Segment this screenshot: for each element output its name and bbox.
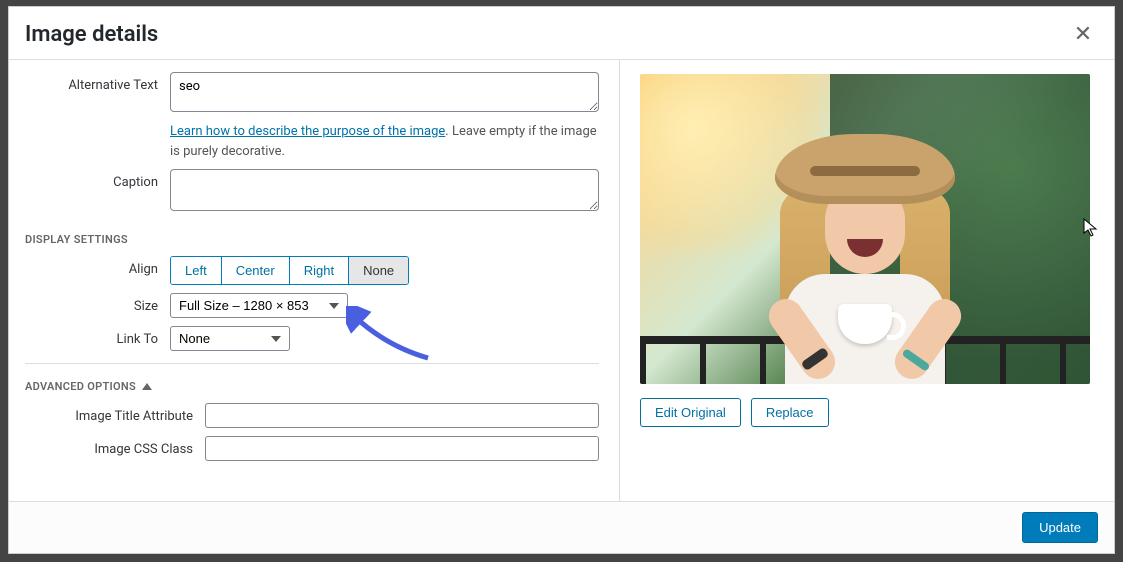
replace-button[interactable]: Replace bbox=[751, 398, 829, 427]
size-select[interactable]: Full Size – 1280 × 853 bbox=[170, 293, 348, 318]
image-css-row: Image CSS Class bbox=[25, 436, 599, 461]
alt-text-row: Alternative Text seo Learn how to descri… bbox=[25, 72, 599, 161]
linkto-label: Link To bbox=[25, 326, 170, 347]
modal-title: Image details bbox=[25, 22, 158, 47]
modal-body: Alternative Text seo Learn how to descri… bbox=[9, 59, 1114, 502]
preview-column: Edit Original Replace bbox=[619, 60, 1114, 501]
size-row: Size Full Size – 1280 × 853 bbox=[25, 293, 599, 318]
alt-text-label: Alternative Text bbox=[25, 72, 170, 93]
linkto-row: Link To None bbox=[25, 326, 599, 351]
alt-help-link[interactable]: Learn how to describe the purpose of the… bbox=[170, 124, 445, 139]
close-button[interactable]: ✕ bbox=[1068, 19, 1098, 49]
image-preview bbox=[640, 74, 1090, 384]
align-button-group: Left Center Right None bbox=[170, 256, 409, 285]
caption-input[interactable] bbox=[170, 169, 599, 211]
linkto-select[interactable]: None bbox=[170, 326, 290, 351]
modal-header: Image details ✕ bbox=[9, 7, 1114, 59]
align-center-button[interactable]: Center bbox=[222, 257, 290, 284]
advanced-options-label: ADVANCED OPTIONS bbox=[25, 380, 136, 393]
edit-original-button[interactable]: Edit Original bbox=[640, 398, 741, 427]
image-title-label: Image Title Attribute bbox=[25, 403, 205, 424]
image-css-label: Image CSS Class bbox=[25, 436, 205, 457]
align-left-button[interactable]: Left bbox=[171, 257, 222, 284]
collapse-icon bbox=[142, 383, 152, 390]
caption-label: Caption bbox=[25, 169, 170, 190]
preview-actions: Edit Original Replace bbox=[640, 398, 1102, 427]
align-right-button[interactable]: Right bbox=[290, 257, 349, 284]
caption-row: Caption bbox=[25, 169, 599, 215]
modal-footer: Update bbox=[9, 502, 1114, 553]
align-label: Align bbox=[25, 256, 170, 277]
size-label: Size bbox=[25, 293, 170, 314]
image-details-modal: Image details ✕ Alternative Text seo Lea… bbox=[8, 6, 1115, 554]
align-none-button[interactable]: None bbox=[349, 257, 408, 284]
align-row: Align Left Center Right None bbox=[25, 256, 599, 285]
image-title-row: Image Title Attribute bbox=[25, 403, 599, 428]
alt-text-help: Learn how to describe the purpose of the… bbox=[170, 122, 599, 161]
update-button[interactable]: Update bbox=[1022, 512, 1098, 543]
image-title-input[interactable] bbox=[205, 403, 599, 428]
display-settings-heading: DISPLAY SETTINGS bbox=[25, 223, 599, 256]
settings-column: Alternative Text seo Learn how to descri… bbox=[9, 60, 619, 501]
advanced-options-heading[interactable]: ADVANCED OPTIONS bbox=[25, 363, 599, 403]
alt-text-input[interactable]: seo bbox=[170, 72, 599, 112]
image-css-input[interactable] bbox=[205, 436, 599, 461]
close-icon: ✕ bbox=[1074, 21, 1092, 46]
